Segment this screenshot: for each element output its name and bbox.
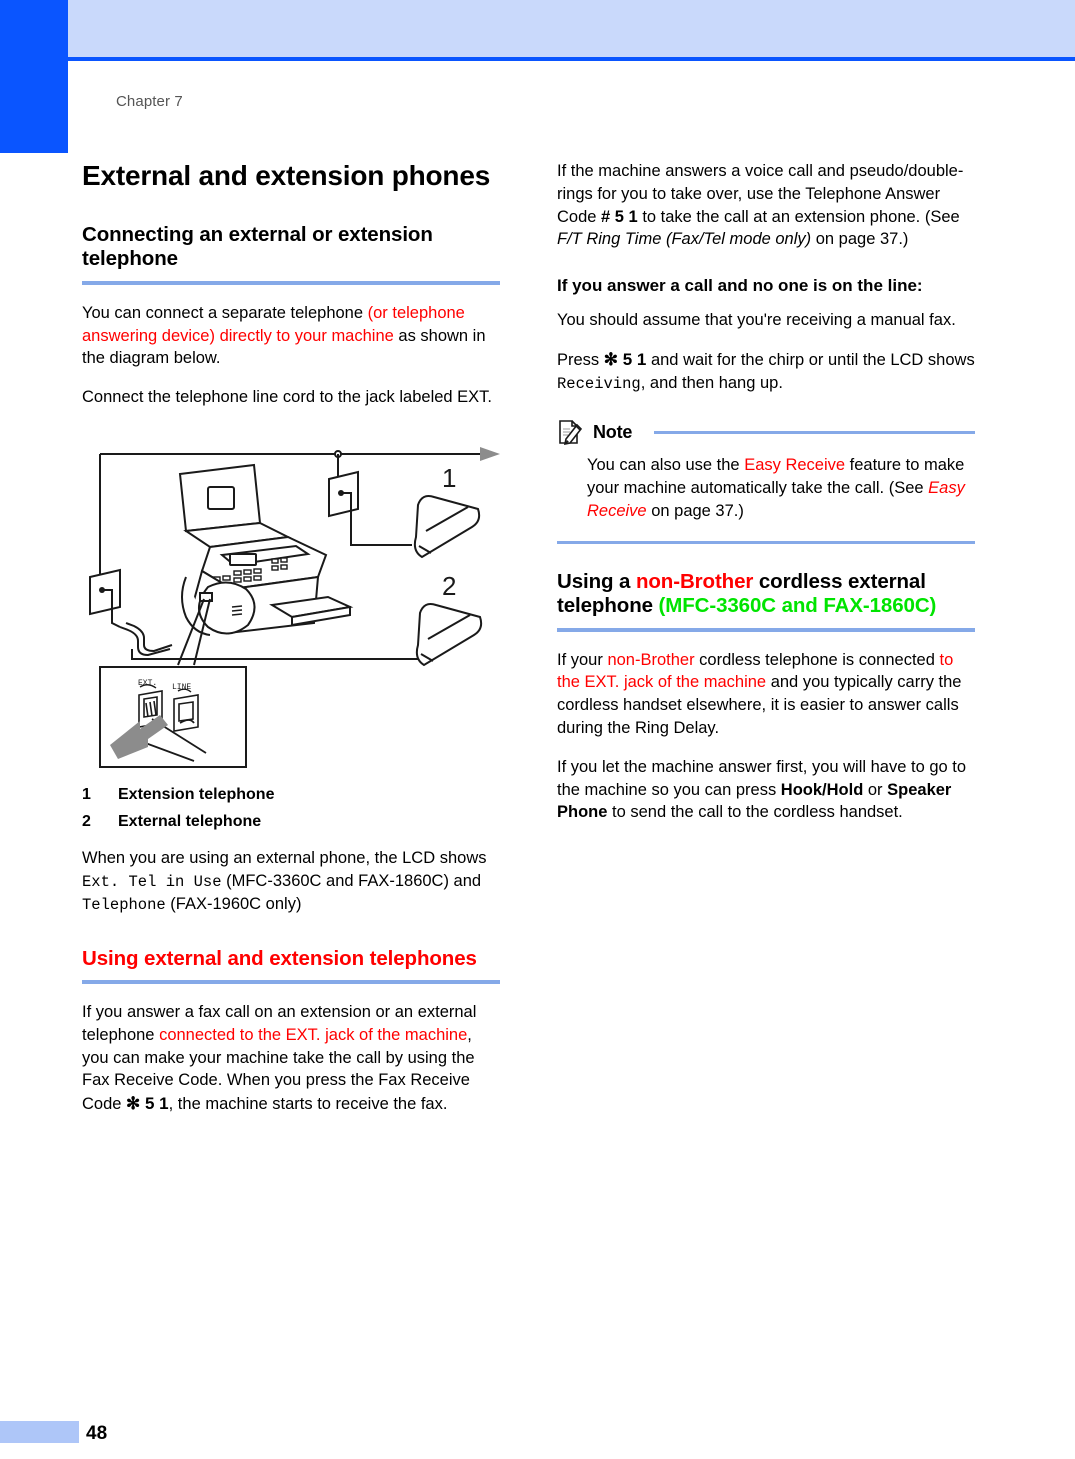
chapter-tab	[0, 0, 68, 153]
page-title: External and extension phones	[82, 160, 491, 191]
text-seg: Press	[557, 351, 604, 370]
legend-label: External telephone	[118, 813, 262, 830]
text-seg: on page 37.)	[646, 501, 744, 520]
figure-callout-1: 1	[442, 463, 456, 493]
text-seg: When you are using an external phone, th…	[82, 849, 487, 867]
heading-using-external-extension: Using external and extension telephones	[82, 946, 477, 970]
note-footer-rule	[557, 540, 975, 544]
code-fax-receive: ✻ 5 1	[126, 1094, 169, 1114]
section-rule	[557, 627, 975, 632]
text-seg: If your	[557, 650, 608, 669]
paragraph-lcd-shows: When you are using an external phone, th…	[82, 847, 500, 917]
paragraph-manual-fax: You should assume that you're receiving …	[557, 311, 956, 330]
subheading-no-one-on-line: If you answer a call and no one is on th…	[557, 276, 923, 296]
text-seg-red: non-Brother	[635, 569, 754, 593]
text-seg: and wait for the chirp or until the LCD …	[646, 351, 975, 370]
legend-label: Extension telephone	[118, 786, 275, 803]
header-rule	[68, 57, 1075, 61]
extension-telephone-graphic	[413, 495, 481, 559]
figure-external-extension-phones: 1 2 EXT. LINE	[82, 427, 500, 772]
text-seg: , the machine starts to receive the fax.	[168, 1095, 448, 1114]
figure-legend-item: 1 Extension telephone	[82, 786, 500, 804]
figure-callout-2: 2	[442, 571, 456, 601]
footer-bar	[0, 1421, 79, 1443]
section-rule	[82, 980, 500, 985]
line-arrow-head	[480, 447, 500, 461]
text-seg: (FAX-1960C only)	[165, 895, 302, 914]
text-seg: You can also use the	[587, 456, 745, 475]
lcd-string-telephone: Telephone	[82, 896, 166, 915]
paragraph-press-code-receiving: Press ✻ 5 1 and wait for the chirp or un…	[557, 348, 975, 395]
heading-connecting-external: Connecting an external or extension tele…	[82, 222, 433, 271]
text-seg-red: connected to the EXT. jack of the machin…	[159, 1025, 468, 1044]
external-telephone-graphic	[415, 603, 483, 667]
figure-legend-item: 2 External telephone	[82, 813, 500, 831]
left-column: External and extension phones Connecting…	[82, 160, 500, 1132]
legend-number: 2	[82, 813, 91, 830]
note-title: Note	[593, 421, 633, 442]
button-name-hook-hold: Hook/Hold	[780, 780, 864, 799]
heading-non-brother-cordless: Using a non-Brother cordless external te…	[557, 570, 975, 619]
section-rule	[82, 280, 500, 285]
cross-reference-ft-ring-time: F/T Ring Time (Fax/Tel mode only)	[557, 230, 812, 249]
text-seg: to take the call at an extension phone. …	[637, 207, 960, 226]
note-body: You can also use the Easy Receive featur…	[557, 445, 975, 526]
page-number: 48	[86, 1423, 108, 1444]
paragraph-telephone-answer-code: If the machine answers a voice call and …	[557, 160, 975, 251]
paragraph-connect-telephone: You can connect a separate telephone (or…	[82, 302, 500, 370]
note-header: Note	[557, 419, 975, 446]
code-telephone-answer: # 5 1	[601, 207, 638, 226]
fax-machine-graphic	[178, 463, 354, 636]
text-seg: Using a	[557, 569, 636, 593]
paragraph-hook-hold-speaker-phone: If you let the machine answer first, you…	[557, 756, 975, 824]
text-seg-red: non-Brother	[607, 650, 695, 669]
paragraph-connect-line-cord: Connect the telephone line cord to the j…	[82, 388, 493, 407]
lcd-string-ext-tel-in-use: Ext. Tel in Use	[82, 872, 222, 891]
chapter-label: Chapter 7	[116, 93, 183, 110]
header-band	[68, 0, 1075, 57]
paragraph-easy-receive: You can also use the Easy Receive featur…	[587, 454, 975, 522]
code-fax-receive: ✻ 5 1	[603, 350, 647, 370]
right-column: If the machine answers a voice call and …	[557, 160, 975, 840]
text-seg: (MFC-3360C and FAX-1860C) and	[221, 871, 482, 890]
lcd-string-receiving: Receiving	[557, 374, 641, 393]
note-box: Note You can also use the Easy Receive f…	[557, 419, 975, 544]
text-seg: on page 37.)	[811, 230, 909, 249]
text-seg-red: Easy Receive	[744, 456, 846, 475]
text-seg: or	[863, 780, 888, 799]
text-seg: , and then hang up.	[640, 373, 783, 392]
text-seg: cordless telephone is connected	[694, 650, 940, 669]
text-seg-green: (MFC-3360C and FAX-1860C)	[658, 594, 937, 618]
note-header-rule	[654, 430, 975, 434]
note-pencil-icon	[559, 420, 583, 446]
jack-detail-inset: EXT. LINE	[99, 666, 247, 768]
legend-number: 1	[82, 786, 91, 803]
paragraph-fax-receive-code: If you answer a fax call on an extension…	[82, 1001, 500, 1116]
text-seg: to send the call to the cordless handset…	[607, 803, 903, 822]
text-seg: You can connect a separate telephone	[82, 303, 368, 322]
paragraph-cordless-ring-delay: If your non-Brother cordless telephone i…	[557, 649, 975, 740]
fax-connection-diagram: 1 2 EXT. LINE	[89, 447, 500, 768]
